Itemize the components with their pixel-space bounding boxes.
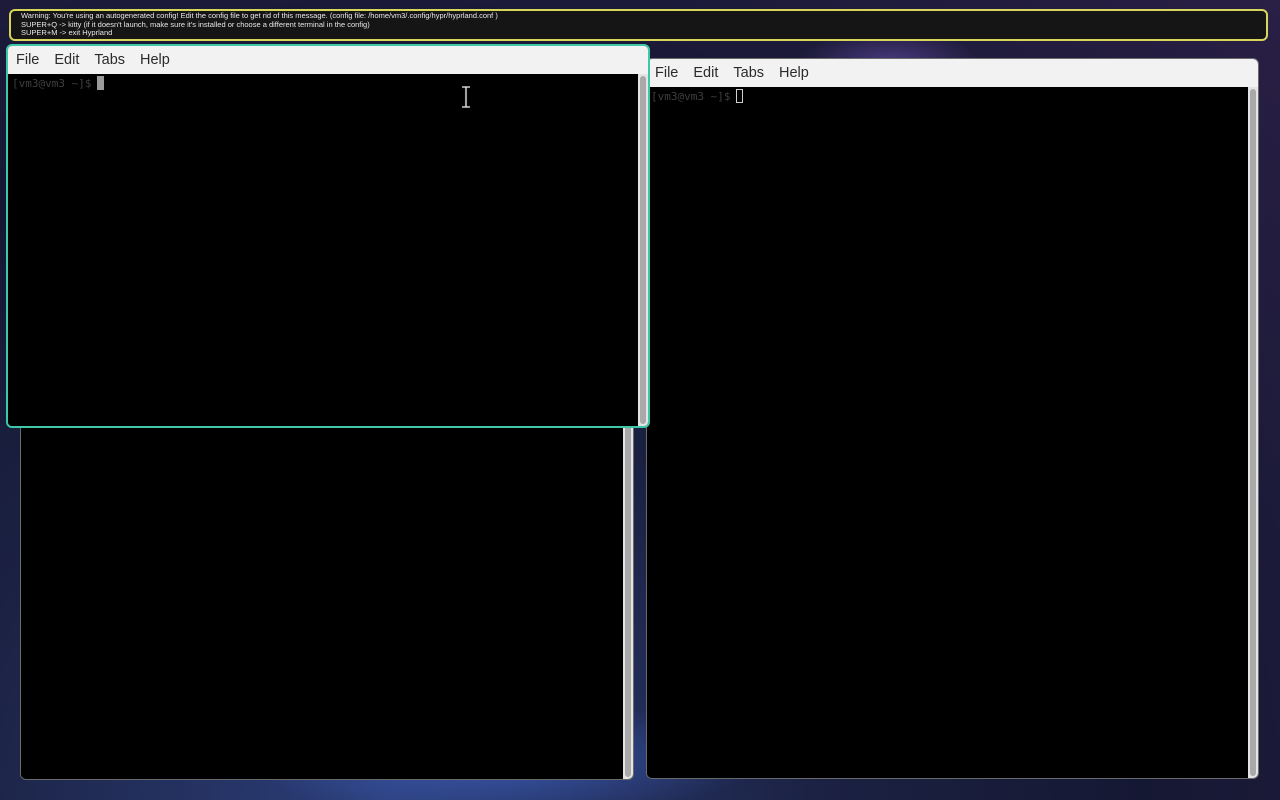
shell-prompt: [vm3@vm3 ~]$ <box>12 76 105 90</box>
terminal-window-active[interactable]: File Edit Tabs Help [vm3@vm3 ~]$ <box>6 44 650 428</box>
hyprland-warning-banner: Warning: You're using an autogenerated c… <box>9 9 1268 41</box>
menu-file[interactable]: File <box>10 52 45 68</box>
text-cursor-icon <box>736 89 744 103</box>
scrollbar-thumb[interactable] <box>640 76 646 424</box>
vertical-scrollbar[interactable] <box>623 411 633 779</box>
text-cursor-icon <box>97 76 105 90</box>
shell-prompt: [vm3@vm3 ~]$ <box>651 89 744 103</box>
vertical-scrollbar[interactable] <box>638 74 648 426</box>
warning-line-terminal: SUPER+Q -> kitty (if it doesn't launch, … <box>21 19 370 29</box>
scrollbar-thumb[interactable] <box>625 413 631 777</box>
prompt-text: [vm3@vm3 ~]$ <box>651 89 731 103</box>
terminal-screen[interactable]: [vm3@vm3 ~]$ <box>8 74 638 426</box>
i-beam-cursor-icon <box>461 85 471 113</box>
terminal-screen[interactable]: [vm3@vm3 ~]$ <box>647 87 1248 778</box>
menu-tabs[interactable]: Tabs <box>88 52 131 68</box>
menu-help[interactable]: Help <box>773 65 815 81</box>
warning-line-exit: SUPER+M -> exit Hyprland <box>21 28 113 38</box>
terminal-screen[interactable] <box>21 411 623 779</box>
vertical-scrollbar[interactable] <box>1248 87 1258 778</box>
menu-bar: File Edit Tabs Help <box>8 46 648 74</box>
menu-edit[interactable]: Edit <box>48 52 85 68</box>
menu-file[interactable]: File <box>649 65 684 81</box>
scrollbar-thumb[interactable] <box>1250 89 1256 776</box>
terminal-window-right[interactable]: File Edit Tabs Help [vm3@vm3 ~]$ <box>646 58 1259 779</box>
terminal-window-bottom-left[interactable] <box>20 410 634 780</box>
prompt-text: [vm3@vm3 ~]$ <box>12 76 92 90</box>
menu-bar: File Edit Tabs Help <box>647 59 1258 87</box>
menu-help[interactable]: Help <box>134 52 176 68</box>
menu-edit[interactable]: Edit <box>687 65 724 81</box>
menu-tabs[interactable]: Tabs <box>727 65 770 81</box>
